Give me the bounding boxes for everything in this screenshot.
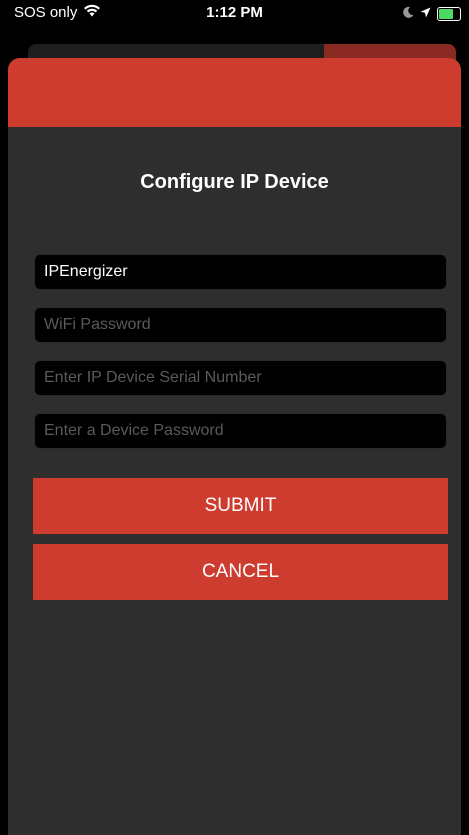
device-serial-field[interactable] [34,360,447,396]
sheet-header [8,58,461,127]
cancel-button[interactable]: CANCEL [33,544,448,600]
device-password-field[interactable] [34,413,447,449]
status-right [403,5,461,22]
battery-charging-icon [437,6,461,21]
status-time: 1:12 PM [206,4,263,21]
moon-icon [403,5,414,22]
configure-device-sheet: Configure IP Device SUBMIT CANCEL [8,58,461,835]
wifi-ssid-field[interactable] [34,254,447,290]
status-bar: SOS only 1:12 PM [0,0,469,30]
location-arrow-icon [420,5,431,22]
wifi-password-field[interactable] [34,307,447,343]
submit-button[interactable]: SUBMIT [33,478,448,534]
dialog-title: Configure IP Device [140,171,329,193]
